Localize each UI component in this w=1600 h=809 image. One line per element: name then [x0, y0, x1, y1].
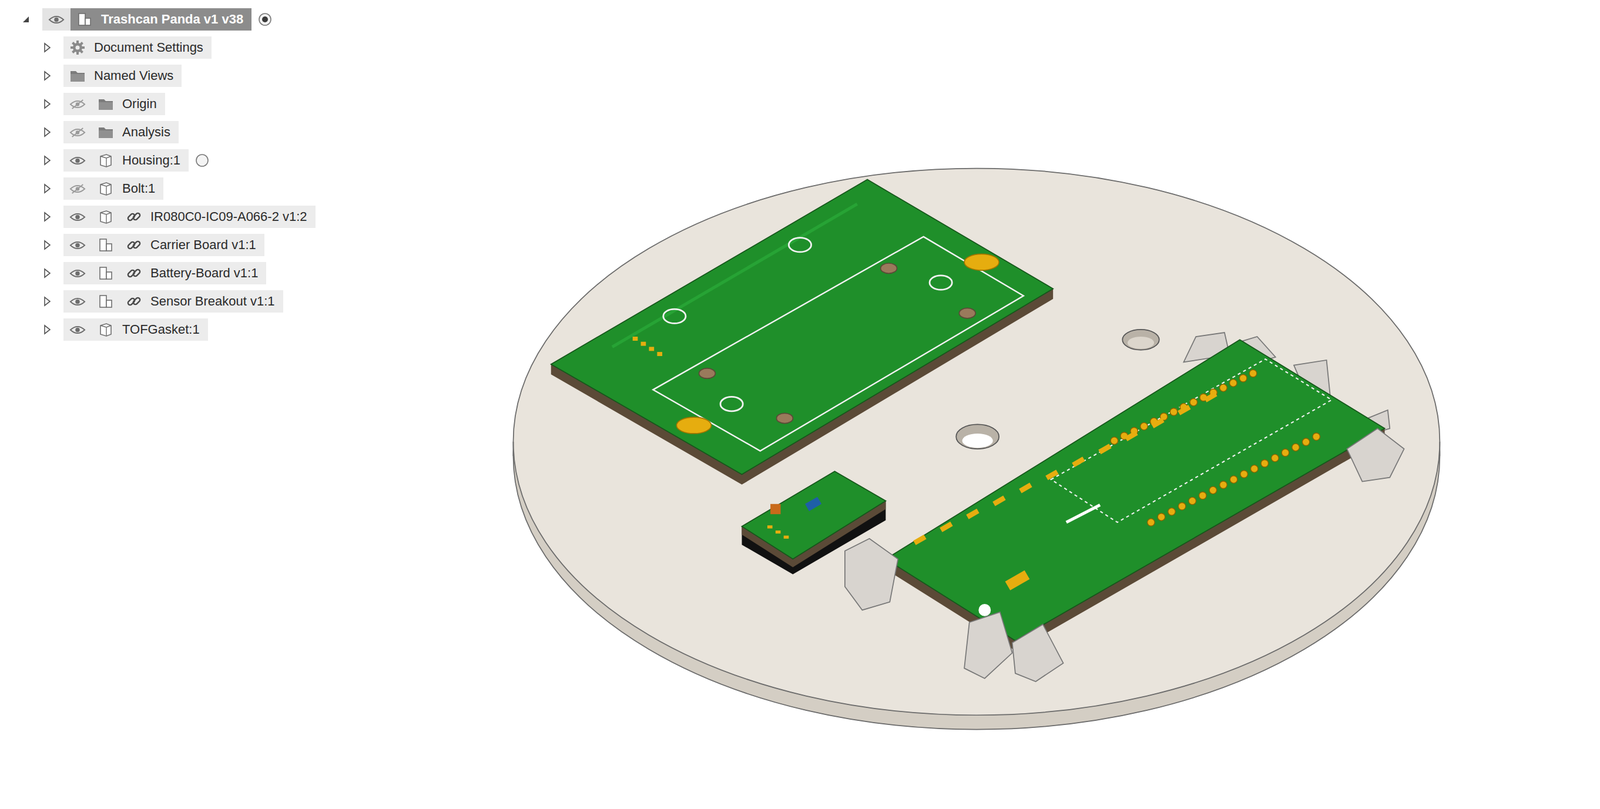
- carrier-board[interactable]: [885, 339, 1385, 652]
- browser-item-text: Carrier Board v1:1: [148, 237, 257, 253]
- expand-icon[interactable]: [41, 69, 53, 82]
- browser-item-text: Housing:1: [119, 152, 181, 169]
- eye-icon[interactable]: [69, 296, 86, 308]
- browser-item-label[interactable]: Origin: [63, 92, 166, 116]
- board-clips-front: [844, 428, 1405, 682]
- component-icon: [97, 265, 114, 282]
- browser-item-text: TOFGasket:1: [119, 321, 200, 338]
- expand-icon[interactable]: [41, 295, 53, 308]
- browser-item-label[interactable]: Housing:1: [63, 149, 189, 172]
- expand-icon[interactable]: [41, 267, 53, 280]
- browser-item-label[interactable]: Bolt:1: [63, 177, 164, 200]
- eye-icon[interactable]: [69, 239, 86, 251]
- browser-item-label[interactable]: Analysis: [63, 121, 179, 144]
- model-canvas[interactable]: [0, 0, 1600, 809]
- browser-tree: Trashcan Panda v1 v38 Document Settings …: [0, 5, 316, 344]
- browser-item[interactable]: Document Settings: [0, 33, 316, 62]
- component-icon: [76, 11, 93, 28]
- browser-item-label[interactable]: Battery-Board v1:1: [63, 262, 267, 285]
- folder-icon: [69, 67, 86, 85]
- eye-hidden-icon[interactable]: [69, 183, 86, 195]
- gear-icon: [69, 39, 86, 56]
- browser-item[interactable]: TOFGasket:1: [0, 315, 316, 344]
- browser-item-text: Bolt:1: [119, 180, 156, 197]
- browser-root-row[interactable]: Trashcan Panda v1 v38: [0, 5, 316, 34]
- collapse-icon[interactable]: [19, 13, 32, 26]
- eye-icon[interactable]: [69, 211, 86, 223]
- browser-item-text: Sensor Breakout v1:1: [148, 293, 275, 310]
- expand-icon[interactable]: [41, 182, 53, 195]
- eye-icon[interactable]: [48, 14, 65, 26]
- folder-icon: [97, 123, 114, 141]
- eye-icon[interactable]: [69, 267, 86, 280]
- browser-item[interactable]: Sensor Breakout v1:1: [0, 287, 316, 316]
- expand-icon[interactable]: [41, 154, 53, 167]
- browser-item[interactable]: Bolt:1: [0, 174, 316, 203]
- browser-item[interactable]: Analysis: [0, 118, 316, 147]
- browser-item-label[interactable]: Document Settings: [63, 36, 212, 59]
- browser-item[interactable]: Carrier Board v1:1: [0, 230, 316, 260]
- housing-disc: [513, 168, 1441, 730]
- link-icon: [125, 293, 143, 310]
- expand-icon[interactable]: [41, 239, 53, 251]
- battery-board[interactable]: [551, 179, 1053, 485]
- browser-item-label[interactable]: Named Views: [63, 64, 182, 87]
- eye-icon[interactable]: [69, 324, 86, 336]
- expand-icon[interactable]: [41, 323, 53, 336]
- browser-item-text: Origin: [119, 96, 157, 112]
- browser-item-label[interactable]: Sensor Breakout v1:1: [63, 290, 284, 313]
- eye-icon[interactable]: [69, 155, 86, 167]
- body-icon: [97, 208, 114, 226]
- browser-item[interactable]: IR080C0-IC09-A066-2 v1:2: [0, 202, 316, 231]
- browser-root-text: Trashcan Panda v1 v38: [98, 11, 244, 28]
- expand-icon[interactable]: [41, 210, 53, 223]
- expand-icon[interactable]: [41, 126, 53, 139]
- browser-item-text: Battery-Board v1:1: [148, 265, 258, 281]
- body-icon: [97, 321, 114, 338]
- component-icon: [97, 293, 114, 310]
- browser-item[interactable]: Battery-Board v1:1: [0, 259, 316, 288]
- browser-item-text: Document Settings: [91, 39, 204, 56]
- link-icon: [125, 265, 143, 282]
- eye-hidden-icon[interactable]: [69, 98, 86, 110]
- body-icon: [97, 152, 114, 169]
- activate-icon[interactable]: [194, 152, 210, 169]
- expand-icon[interactable]: [41, 98, 53, 110]
- browser-item-label[interactable]: IR080C0-IC09-A066-2 v1:2: [63, 205, 316, 228]
- browser-item[interactable]: Origin: [0, 89, 316, 119]
- browser-item-label[interactable]: Carrier Board v1:1: [63, 233, 265, 257]
- browser-item-text: IR080C0-IC09-A066-2 v1:2: [148, 209, 308, 225]
- link-icon: [125, 236, 143, 254]
- browser-root-label[interactable]: Trashcan Panda v1 v38: [42, 8, 252, 31]
- activate-icon[interactable]: [257, 11, 273, 28]
- browser-item-text: Analysis: [119, 124, 171, 140]
- component-icon: [97, 236, 114, 254]
- expand-icon[interactable]: [41, 41, 53, 54]
- design-workspace: Trashcan Panda v1 v38 Document Settings …: [0, 0, 1600, 809]
- body-icon: [97, 180, 114, 197]
- folder-icon: [97, 95, 114, 113]
- browser-item[interactable]: Housing:1: [0, 146, 316, 175]
- browser-item-label[interactable]: TOFGasket:1: [63, 318, 209, 341]
- eye-hidden-icon[interactable]: [69, 126, 86, 139]
- browser-item[interactable]: Named Views: [0, 61, 316, 90]
- link-icon: [125, 208, 143, 226]
- browser-item-text: Named Views: [91, 68, 174, 84]
